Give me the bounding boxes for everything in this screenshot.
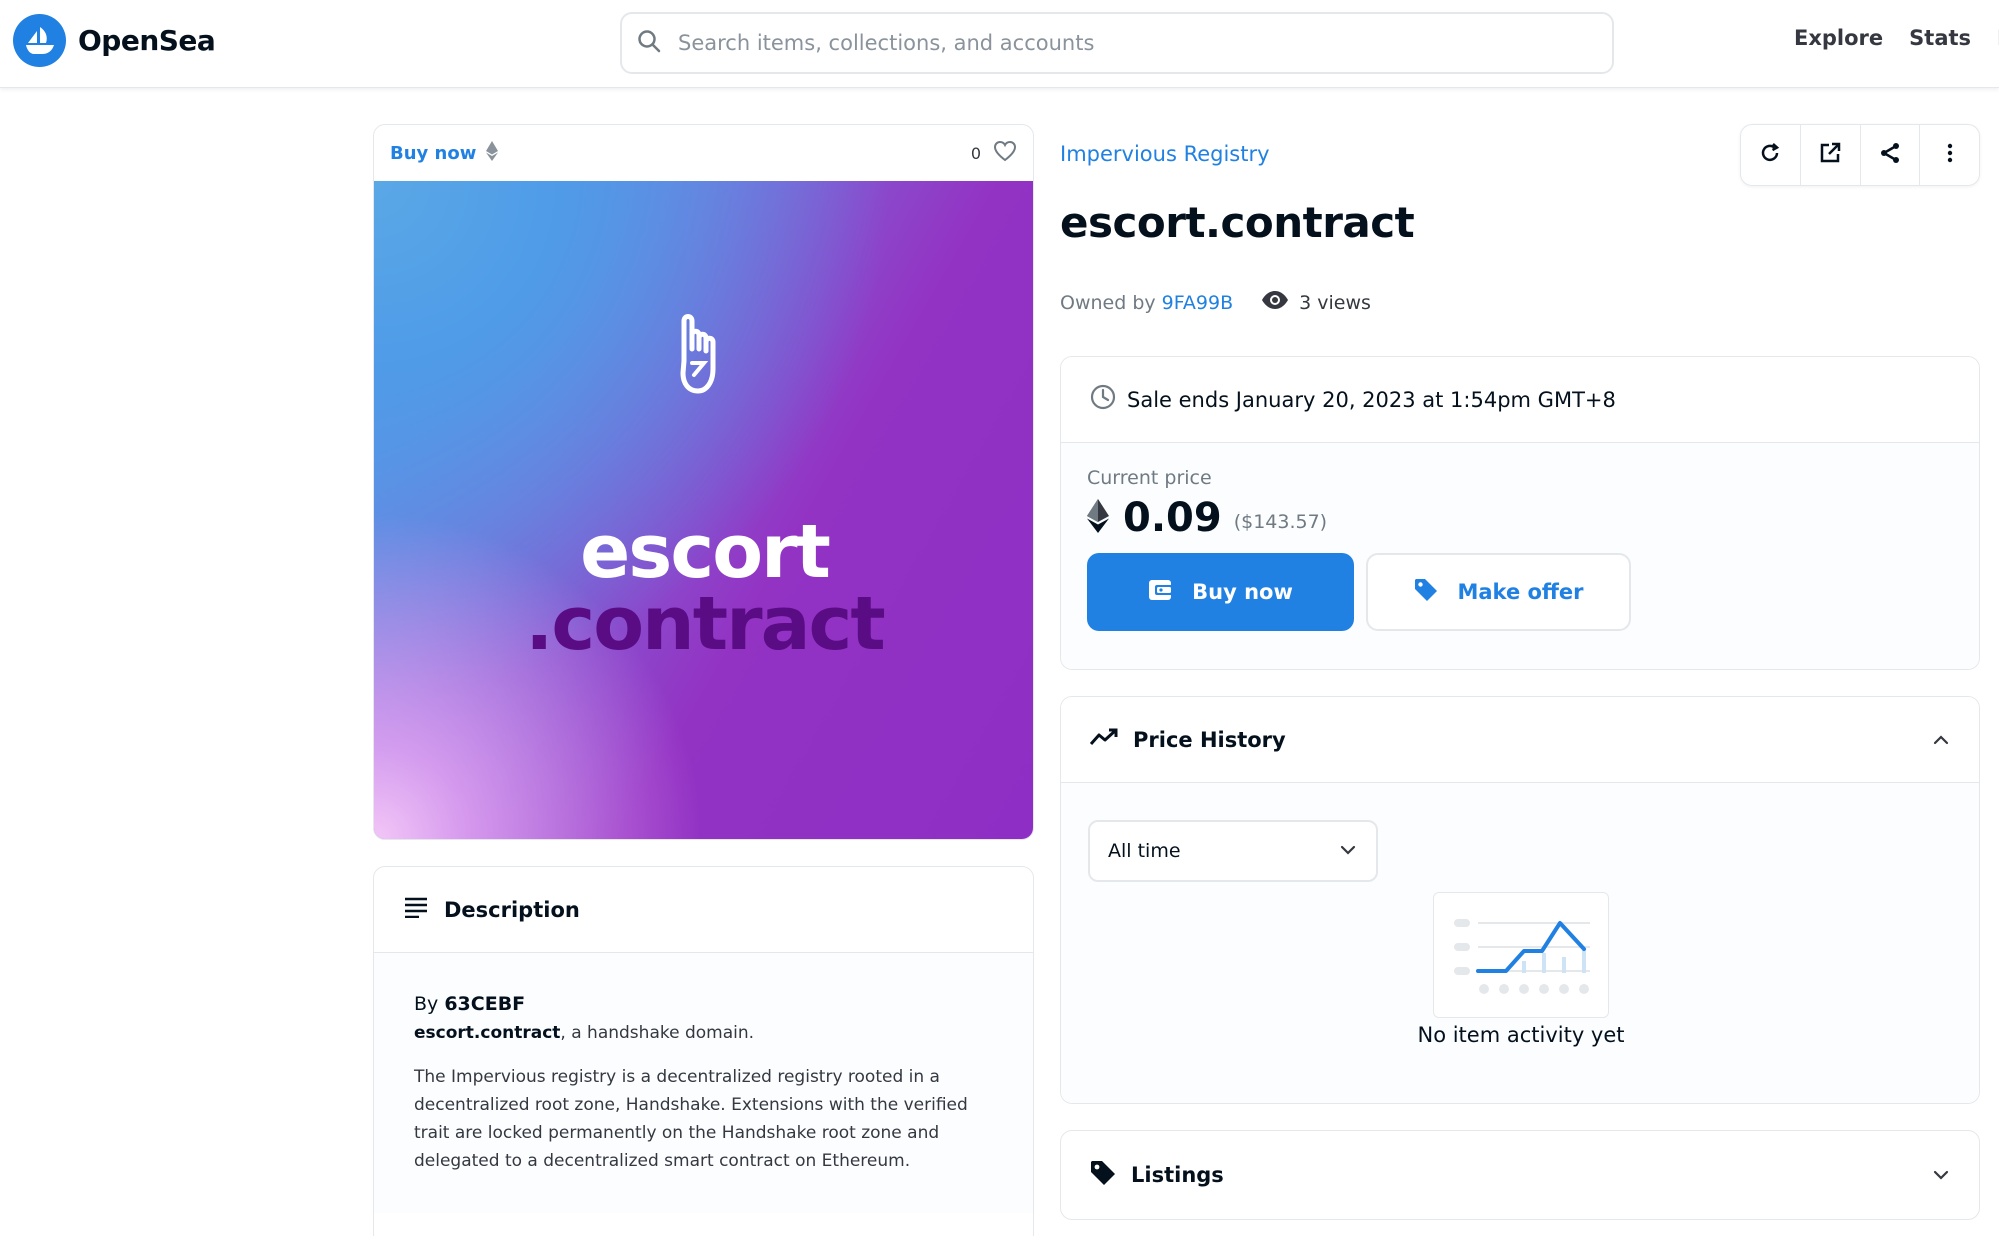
- make-offer-label: Make offer: [1457, 580, 1584, 604]
- item-media-card: Buy now 0 escort .contract: [373, 124, 1034, 840]
- open-external-button[interactable]: [1801, 125, 1861, 185]
- by-prefix: By: [414, 993, 439, 1015]
- media-toolbar: Buy now 0: [374, 125, 1033, 181]
- tag-icon: [1413, 577, 1439, 608]
- search-input[interactable]: [678, 31, 1558, 55]
- hand-logo-icon: [664, 311, 744, 405]
- clock-icon: [1089, 383, 1117, 416]
- description-heading: Description: [444, 897, 580, 922]
- ethereum-icon: [486, 140, 499, 166]
- no-activity-text: No item activity yet: [1417, 1023, 1625, 1047]
- opensea-logo-icon: [13, 14, 66, 67]
- item-title: escort.contract: [1060, 198, 1415, 247]
- owner-link[interactable]: 9FA99B: [1162, 292, 1233, 314]
- make-offer-button[interactable]: Make offer: [1366, 553, 1631, 631]
- price-history-header[interactable]: Price History: [1061, 697, 1979, 783]
- opensea-logo[interactable]: OpenSea: [13, 14, 216, 67]
- description-card: Description By 63CEBF escort.contract, a…: [373, 866, 1034, 1236]
- artwork-word-2: .contract: [525, 581, 886, 667]
- chevron-down-icon: [1338, 840, 1358, 862]
- current-price-label: Current price: [1087, 467, 1212, 489]
- search-bar[interactable]: [620, 12, 1614, 74]
- refresh-icon: [1758, 141, 1782, 169]
- views-text: 3 views: [1299, 291, 1371, 314]
- creator-line: By 63CEBF: [414, 993, 993, 1015]
- chevron-up-icon[interactable]: [1931, 728, 1951, 752]
- collection-link[interactable]: Impervious Registry: [1060, 142, 1270, 166]
- creator-link[interactable]: 63CEBF: [444, 993, 525, 1015]
- price-usd: ($143.57): [1233, 511, 1328, 533]
- price-history-card: Price History All time No item activity …: [1060, 696, 1980, 1104]
- more-options-button[interactable]: [1920, 125, 1979, 185]
- time-range-value: All time: [1108, 840, 1181, 862]
- buy-now-badge-label: Buy now: [390, 142, 477, 164]
- purchase-buttons: Buy now Make offer: [1087, 553, 1953, 631]
- trending-line-icon: [1089, 727, 1119, 752]
- description-lines-icon: [404, 896, 428, 923]
- nav-stats[interactable]: Stats: [1909, 26, 1971, 50]
- share-button[interactable]: [1861, 125, 1921, 185]
- price-row: 0.09 ($143.57): [1087, 495, 1953, 541]
- owner-row: Owned by 9FA99B 3 views: [1060, 290, 1371, 315]
- top-nav: Explore Stats Re: [1794, 26, 1999, 50]
- price-value: 0.09: [1123, 495, 1222, 541]
- search-icon: [636, 28, 662, 58]
- price-history-body: All time No item activity yet: [1061, 783, 1979, 1103]
- heart-icon[interactable]: [993, 140, 1017, 166]
- favorites-count: 0: [970, 143, 981, 163]
- listings-heading: Listings: [1131, 1163, 1224, 1187]
- item-toolbar: [1740, 124, 1980, 186]
- views-count: 3 views: [1261, 290, 1371, 315]
- ethereum-icon: [1087, 499, 1109, 537]
- external-link-icon: [1818, 141, 1842, 169]
- chevron-down-icon: [1931, 1163, 1951, 1187]
- sale-ends-text: Sale ends January 20, 2023 at 1:54pm GMT…: [1127, 387, 1616, 412]
- tag-icon: [1089, 1159, 1117, 1192]
- description-header[interactable]: Description: [374, 867, 1033, 953]
- buy-now-label: Buy now: [1192, 580, 1293, 604]
- price-history-heading: Price History: [1133, 727, 1286, 752]
- more-vertical-icon: [1938, 141, 1962, 169]
- eye-icon: [1261, 290, 1289, 315]
- description-body: By 63CEBF escort.contract, a handshake d…: [374, 953, 1033, 1213]
- time-range-select[interactable]: All time: [1088, 820, 1378, 882]
- domain-suffix: , a handshake domain.: [560, 1023, 755, 1043]
- favorite-control[interactable]: 0: [971, 140, 1017, 166]
- sale-card: Sale ends January 20, 2023 at 1:54pm GMT…: [1060, 356, 1980, 670]
- buy-now-badge[interactable]: Buy now: [390, 140, 499, 166]
- description-text: The Impervious registry is a decentraliz…: [414, 1067, 968, 1171]
- listings-card[interactable]: Listings: [1060, 1130, 1980, 1220]
- item-artwork[interactable]: escort .contract: [374, 181, 1033, 839]
- domain-line: escort.contract, a handshake domain.: [414, 1023, 993, 1043]
- share-icon: [1878, 141, 1902, 169]
- sale-header: Sale ends January 20, 2023 at 1:54pm GMT…: [1061, 357, 1979, 443]
- empty-chart-illustration: [1433, 892, 1609, 1018]
- nav-explore[interactable]: Explore: [1794, 26, 1883, 50]
- domain-name: escort.contract: [414, 1023, 561, 1043]
- buy-now-button[interactable]: Buy now: [1087, 553, 1354, 631]
- top-header: OpenSea Explore Stats Re: [0, 0, 1999, 88]
- owned-by-label: Owned by: [1060, 291, 1156, 314]
- sale-body: Current price 0.09 ($143.57) Buy now Mak…: [1061, 443, 1979, 669]
- wallet-icon: [1148, 578, 1174, 607]
- logo-text: OpenSea: [78, 24, 216, 57]
- refresh-button[interactable]: [1741, 125, 1801, 185]
